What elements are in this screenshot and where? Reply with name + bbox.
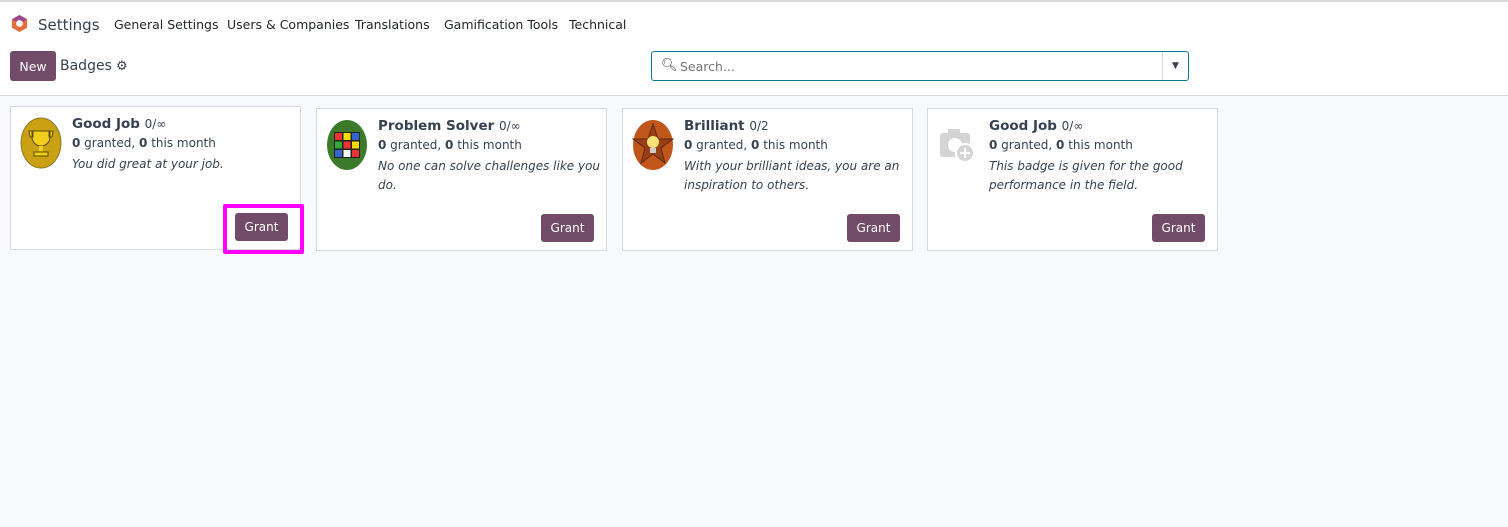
badge-card[interactable]: Brilliant 0/2 0 granted, 0 this month Wi… xyxy=(622,108,913,251)
badge-stats: 0 granted, 0 this month xyxy=(72,136,216,150)
grant-button[interactable]: Grant xyxy=(847,214,900,242)
badge-stats: 0 granted, 0 this month xyxy=(684,138,828,152)
badge-title: Brilliant 0/2 xyxy=(684,118,769,134)
menu-users-companies[interactable]: Users & Companies xyxy=(227,17,349,32)
search-input[interactable] xyxy=(680,57,1150,75)
badge-limit: 0/∞ xyxy=(1061,119,1084,133)
trophy-icon xyxy=(20,117,62,169)
odoo-logo-icon[interactable] xyxy=(10,14,29,33)
badge-limit: 0/∞ xyxy=(498,119,521,133)
menu-technical[interactable]: Technical xyxy=(569,17,626,32)
badge-card[interactable]: Good Job 0/∞ 0 granted, 0 this month Thi… xyxy=(927,108,1218,251)
search-bar: 🔍︎ ▼ xyxy=(651,51,1189,81)
badge-description: With your brilliant ideas, you are an in… xyxy=(684,159,900,192)
badge-limit: 0/∞ xyxy=(144,117,167,131)
badge-card[interactable]: Problem Solver 0/∞ 0 granted, 0 this mon… xyxy=(316,108,607,251)
search-icon: 🔍︎ xyxy=(661,58,678,73)
menu-general-settings[interactable]: General Settings xyxy=(114,17,219,32)
control-panel: New Badges ⚙ 🔍︎ ▼ xyxy=(0,46,1508,96)
breadcrumb: Badges xyxy=(60,58,112,74)
badge-description: No one can solve challenges like you do. xyxy=(378,159,601,192)
badge-description: You did great at your job. xyxy=(72,157,224,171)
app-title[interactable]: Settings xyxy=(38,16,100,34)
badge-title: Problem Solver 0/∞ xyxy=(378,118,521,134)
camera-placeholder-icon xyxy=(940,129,975,163)
badge-stats: 0 granted, 0 this month xyxy=(378,138,522,152)
badge-title: Good Job 0/∞ xyxy=(72,116,167,132)
menu-translations[interactable]: Translations xyxy=(355,17,430,32)
rubiks-cube-icon xyxy=(327,120,367,170)
badge-title: Good Job 0/∞ xyxy=(989,118,1084,134)
gear-icon[interactable]: ⚙ xyxy=(116,59,128,74)
badge-description: This badge is given for the good perform… xyxy=(989,159,1183,192)
badge-limit: 0/2 xyxy=(749,119,769,133)
grant-button[interactable]: Grant xyxy=(541,214,594,242)
badge-stats: 0 granted, 0 this month xyxy=(989,138,1133,152)
search-options-toggle-icon[interactable]: ▼ xyxy=(1162,52,1188,80)
lightbulb-star-icon xyxy=(632,120,674,170)
grant-button[interactable]: Grant xyxy=(1152,214,1205,242)
highlight-box xyxy=(223,204,304,254)
menu-gamification-tools[interactable]: Gamification Tools xyxy=(444,17,558,32)
new-button[interactable]: New xyxy=(10,51,56,81)
top-navbar: Settings General Settings Users & Compan… xyxy=(0,0,1508,46)
